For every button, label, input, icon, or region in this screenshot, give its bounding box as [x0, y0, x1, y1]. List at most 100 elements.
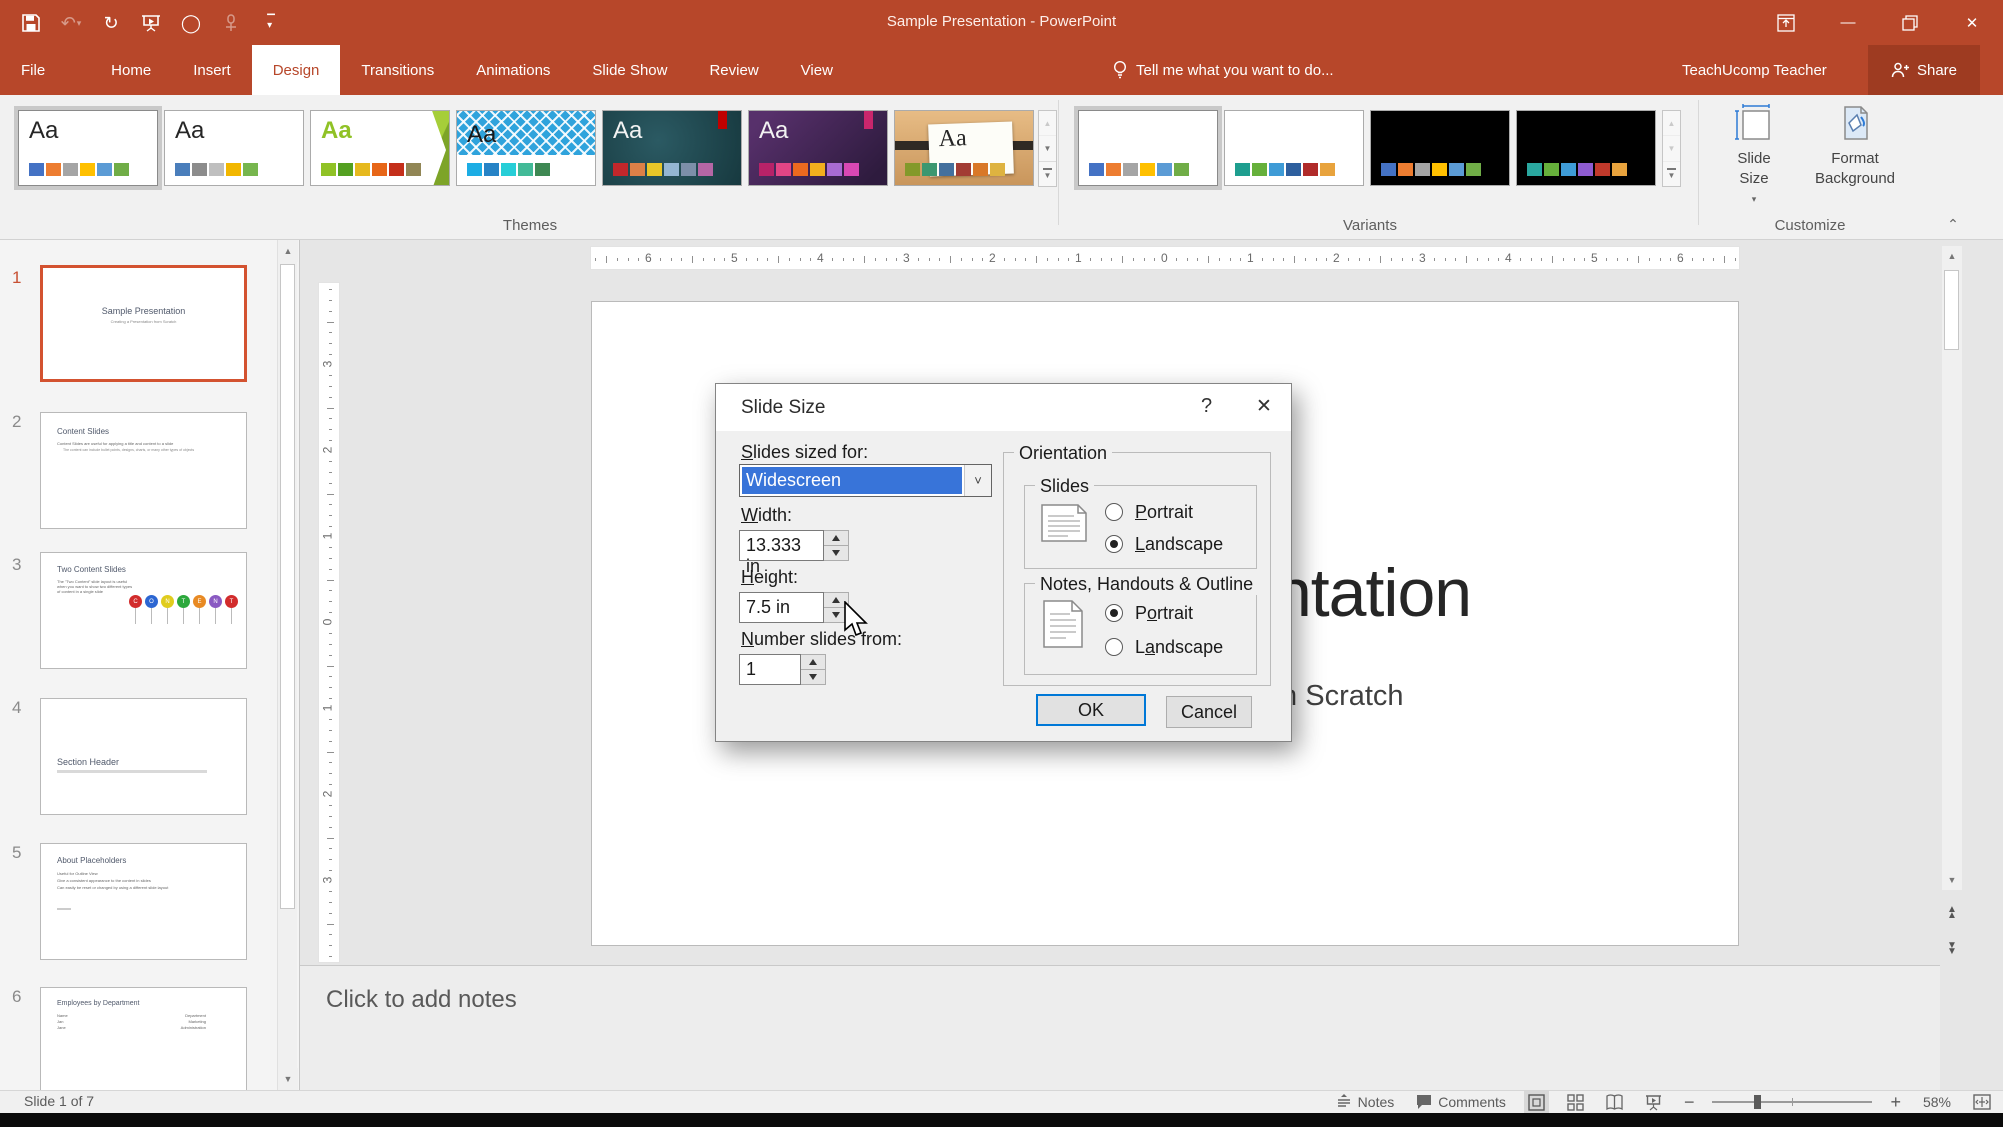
theme-ion[interactable]: Aa	[602, 110, 742, 186]
slide-sorter-view-button[interactable]	[1563, 1091, 1588, 1113]
slides-portrait-radio[interactable]	[1105, 503, 1123, 521]
themes-scroll-down-icon[interactable]: ▼	[1039, 136, 1056, 162]
tell-me-box[interactable]: Tell me what you want to do...	[1112, 45, 1334, 95]
ribbon-display-options-icon[interactable]	[1755, 0, 1817, 45]
zoom-slider-thumb[interactable]	[1754, 1095, 1762, 1109]
cancel-button[interactable]: Cancel	[1166, 696, 1252, 728]
themes-more-icon[interactable]: ▼	[1039, 162, 1056, 186]
screen-edge	[0, 1113, 2003, 1127]
theme-ion-boardroom[interactable]: Aa	[748, 110, 888, 186]
tab-view[interactable]: View	[780, 45, 854, 95]
reading-view-button[interactable]	[1602, 1091, 1627, 1113]
slide-number: 2	[12, 412, 22, 431]
variant-3[interactable]	[1370, 110, 1510, 186]
thumbnail-panel-scrollbar[interactable]: ▲ ▼	[277, 240, 298, 1090]
main-scrollbar[interactable]: ▲ ▼	[1942, 246, 1962, 890]
tab-transitions[interactable]: Transitions	[340, 45, 455, 95]
themes-scroll-up-icon[interactable]: ▲	[1039, 111, 1056, 137]
scroll-down-icon[interactable]: ▼	[278, 1068, 298, 1090]
tab-file[interactable]: File	[0, 45, 66, 95]
height-field[interactable]: 7.5 in	[739, 592, 824, 623]
slide-thumbnail-6[interactable]: Employees by Department Name Department J…	[40, 987, 247, 1090]
scrollbar-thumb[interactable]	[280, 264, 295, 909]
theme-facet[interactable]: Aa	[310, 110, 450, 186]
slide-thumbnail-5[interactable]: About Placeholders Useful for Outline Vi…	[40, 843, 247, 960]
number-slides-field[interactable]: 1	[739, 654, 801, 685]
notes-landscape-radio[interactable]	[1105, 638, 1123, 656]
zoom-slider[interactable]	[1712, 1095, 1873, 1109]
slide-size-dialog: Slide Size ? ✕ Slides sized for: Widescr…	[715, 383, 1292, 742]
ok-button[interactable]: OK	[1036, 694, 1146, 726]
slide-thumbnail-4[interactable]: Section Header	[40, 698, 247, 815]
dialog-close-icon[interactable]: ✕	[1256, 395, 1272, 418]
main-scroll-down-icon[interactable]: ▼	[1942, 870, 1962, 890]
slideshow-icon	[1645, 1094, 1661, 1110]
number-spinner[interactable]	[801, 654, 826, 685]
width-field[interactable]: 13.333 in	[739, 530, 824, 576]
landscape-page-icon	[1041, 504, 1087, 542]
zoom-in-button[interactable]: +	[1886, 1091, 1905, 1113]
tab-animations[interactable]: Animations	[455, 45, 571, 95]
slides-landscape-radio[interactable]	[1105, 535, 1123, 553]
account-name[interactable]: TeachUcomp Teacher	[1682, 45, 1827, 95]
variant-4[interactable]	[1516, 110, 1656, 186]
theme-integral[interactable]: Aa	[456, 110, 596, 186]
format-background-label: Format Background	[1814, 150, 1896, 187]
slide-thumbnail-1[interactable]: Sample Presentation Creating a Presentat…	[40, 265, 247, 382]
variants-scroll-down-icon[interactable]: ▼	[1663, 136, 1680, 162]
width-spinner[interactable]	[824, 530, 849, 561]
slide-thumbnail-3[interactable]: Two Content Slides The "Two Content" sli…	[40, 552, 247, 669]
comments-toggle[interactable]: Comments	[1412, 1091, 1510, 1113]
share-person-icon	[1891, 62, 1909, 78]
dialog-title: Slide Size	[741, 397, 826, 418]
scroll-up-icon[interactable]: ▲	[278, 240, 298, 262]
collapse-ribbon-icon[interactable]: ⌃	[1943, 214, 1963, 234]
main-scroll-up-icon[interactable]: ▲	[1942, 246, 1962, 266]
tab-home[interactable]: Home	[90, 45, 172, 95]
customize-group-label: Customize	[1774, 217, 1846, 234]
normal-view-button[interactable]	[1523, 1091, 1549, 1113]
tab-slideshow[interactable]: Slide Show	[571, 45, 688, 95]
notes-pane[interactable]: Click to add notes	[300, 966, 1940, 1090]
dialog-title-bar[interactable]: Slide Size ? ✕	[716, 384, 1291, 431]
variant-2[interactable]	[1224, 110, 1364, 186]
dropdown-chevron-icon[interactable]: ˅	[964, 465, 991, 496]
variants-group-label: Variants	[1343, 217, 1397, 234]
next-slide-icon[interactable]: ▼ ▼	[1942, 936, 1962, 962]
tab-insert[interactable]: Insert	[172, 45, 252, 95]
theme-office-2[interactable]: Aa	[164, 110, 304, 186]
theme-office[interactable]: Aa	[14, 106, 162, 190]
format-background-button[interactable]: Format Background	[1800, 103, 1910, 189]
zoom-out-button[interactable]: −	[1680, 1091, 1699, 1113]
theme-organic[interactable]: Aa	[894, 110, 1034, 186]
variants-more-icon[interactable]: ▼	[1663, 162, 1680, 186]
slides-landscape-label[interactable]: Landscape	[1135, 534, 1223, 555]
slide-size-button[interactable]: Slide Size ▾	[1712, 103, 1796, 209]
slideshow-view-button[interactable]	[1641, 1091, 1666, 1113]
slide-thumbnail-2[interactable]: Content Slides Content Slides are useful…	[40, 412, 247, 529]
dialog-help-icon[interactable]: ?	[1201, 395, 1212, 418]
fit-slide-button[interactable]	[1969, 1091, 1995, 1113]
fit-slide-icon	[1973, 1094, 1991, 1110]
notes-toggle[interactable]: Notes	[1332, 1091, 1399, 1113]
variants-scroll-up-icon[interactable]: ▲	[1663, 111, 1680, 137]
slide-counter[interactable]: Slide 1 of 7	[24, 1093, 94, 1109]
tab-design[interactable]: Design	[251, 45, 341, 95]
notes-portrait-label[interactable]: Portrait	[1135, 603, 1193, 624]
notes-portrait-radio[interactable]	[1105, 604, 1123, 622]
slides-portrait-label[interactable]: Portrait	[1135, 502, 1193, 523]
variant-1[interactable]	[1074, 106, 1222, 190]
restore-icon[interactable]	[1879, 0, 1941, 45]
share-button[interactable]: Share	[1868, 45, 1980, 95]
notes-landscape-label[interactable]: Landscape	[1135, 637, 1223, 658]
previous-slide-icon[interactable]: ▲ ▲	[1942, 900, 1962, 926]
main-scrollbar-thumb[interactable]	[1944, 270, 1959, 350]
zoom-level[interactable]: 58%	[1919, 1091, 1955, 1113]
slides-sized-for-label: Slides sized for:	[741, 442, 869, 462]
status-bar: Slide 1 of 7 Notes Comments − + 58%	[0, 1090, 2003, 1113]
slides-sized-for-dropdown[interactable]: Widescreen ˅	[739, 464, 992, 497]
notes-placeholder[interactable]: Click to add notes	[326, 986, 517, 1014]
minimize-icon[interactable]: —	[1817, 0, 1879, 45]
tab-review[interactable]: Review	[688, 45, 779, 95]
close-icon[interactable]: ✕	[1941, 0, 2003, 45]
